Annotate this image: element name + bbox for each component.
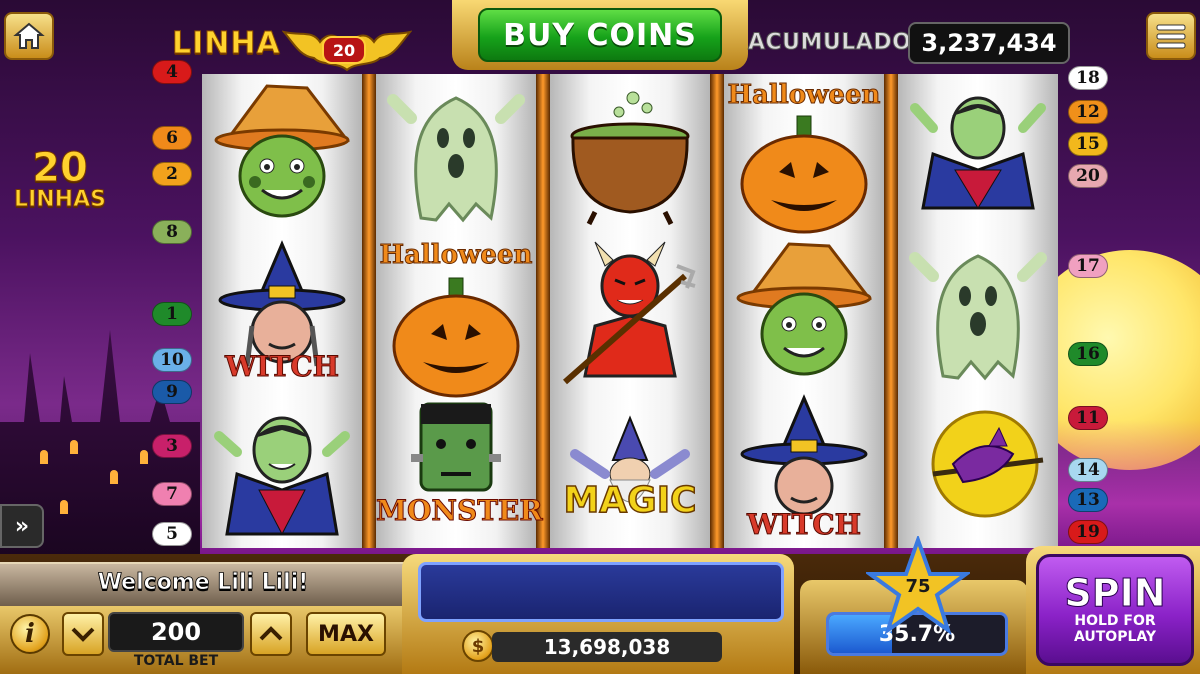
home-icon [13, 22, 45, 49]
jackpot-label: ACUMULADO [747, 30, 912, 56]
witch-caption: WITCH [746, 508, 862, 542]
flying-witch-icon [931, 410, 1044, 518]
linha-label: LINHA [172, 26, 281, 62]
pumpkin-symbol [724, 84, 884, 242]
payline-marker-16[interactable]: 16 [1068, 342, 1108, 366]
payline-marker-12[interactable]: 12 [1068, 100, 1108, 124]
payline-marker-6[interactable]: 6 [152, 126, 192, 150]
spin-button[interactable]: SPIN HOLD FOR AUTOPLAY [1036, 554, 1194, 666]
expand-panel-button[interactable]: » [0, 504, 44, 548]
lines-count-number: 20 [32, 145, 89, 191]
flying-witch-symbol [898, 390, 1058, 548]
scarecrow-symbol [724, 232, 884, 390]
buy-coins-button[interactable]: BUY COINS [478, 8, 722, 62]
reel-separator [362, 74, 376, 548]
vampire-icon [910, 96, 1046, 210]
ghost-symbol [898, 232, 1058, 390]
autoplay-hint-line2: AUTOPLAY [1073, 629, 1157, 645]
menu-button[interactable] [1146, 12, 1196, 60]
payline-marker-7[interactable]: 7 [152, 482, 192, 506]
chevron-down-icon [71, 627, 95, 642]
scarecrow-symbol [202, 74, 362, 232]
spin-label: SPIN [1064, 571, 1166, 615]
witch-caption: WITCH [224, 350, 340, 384]
monster-caption: MONSTER [376, 494, 544, 528]
home-button[interactable] [4, 12, 54, 60]
vampire-icon [214, 416, 350, 536]
payline-marker-2[interactable]: 2 [152, 162, 192, 186]
magic-caption: MAGIC [563, 479, 698, 522]
coin-balance: 13,698,038 [492, 632, 722, 662]
coin-icon: $ [462, 630, 494, 662]
max-bet-button[interactable]: MAX [306, 612, 386, 656]
payline-marker-1[interactable]: 1 [152, 302, 192, 326]
magic-symbol [550, 390, 710, 548]
payline-marker-8[interactable]: 8 [152, 220, 192, 244]
vampire-symbol [202, 390, 362, 548]
lines-count-label: LINHAS [14, 187, 107, 212]
reel-separator [536, 74, 550, 548]
payline-marker-11[interactable]: 11 [1068, 406, 1108, 430]
autoplay-hint-line1: HOLD FOR [1074, 613, 1156, 629]
payline-marker-19[interactable]: 19 [1068, 520, 1108, 544]
cauldron-symbol [550, 74, 710, 232]
devil-icon [563, 241, 696, 385]
win-display [418, 562, 784, 622]
scarecrow-icon [736, 242, 873, 376]
lines-count-badge: 20 LINHAS [12, 145, 108, 213]
ghost-symbol [376, 74, 536, 232]
scarecrow-icon [214, 84, 351, 218]
payline-marker-17[interactable]: 17 [1068, 254, 1108, 278]
ghost-icon [387, 94, 525, 223]
welcome-message: Welcome Lili Lili! [97, 570, 309, 596]
vampire-symbol [898, 74, 1058, 232]
payline-marker-13[interactable]: 13 [1068, 488, 1108, 512]
payline-marker-18[interactable]: 18 [1068, 66, 1108, 90]
chevron-up-icon [259, 626, 283, 641]
pumpkin-icon [740, 115, 868, 234]
reel-separator [884, 74, 898, 548]
payline-marker-10[interactable]: 10 [152, 348, 192, 372]
payline-marker-20[interactable]: 20 [1068, 164, 1108, 188]
decrease-bet-button[interactable] [62, 612, 104, 656]
info-button[interactable]: i [10, 614, 50, 654]
payline-marker-14[interactable]: 14 [1068, 458, 1108, 482]
increase-bet-button[interactable] [250, 612, 292, 656]
payline-marker-3[interactable]: 3 [152, 434, 192, 458]
cauldron-icon [570, 91, 690, 226]
payline-marker-9[interactable]: 9 [152, 380, 192, 404]
ghost-icon [909, 252, 1047, 381]
reel-separator [710, 74, 724, 548]
game-background: LINHA 20 BUY COINS ACUMULADO 3,237,434 2… [0, 0, 1200, 674]
total-bet-label: TOTAL BET [133, 653, 219, 669]
jackpot-value: 3,237,434 [908, 22, 1070, 64]
payline-marker-5[interactable]: 5 [152, 522, 192, 546]
active-lines-badge: 20 [322, 36, 366, 64]
hamburger-menu-icon [1156, 24, 1186, 49]
payline-marker-15[interactable]: 15 [1068, 132, 1108, 156]
total-bet-value: 200 [108, 612, 244, 652]
payline-marker-4[interactable]: 4 [152, 60, 192, 84]
player-level: 75 [905, 576, 931, 597]
devil-symbol [550, 232, 710, 390]
